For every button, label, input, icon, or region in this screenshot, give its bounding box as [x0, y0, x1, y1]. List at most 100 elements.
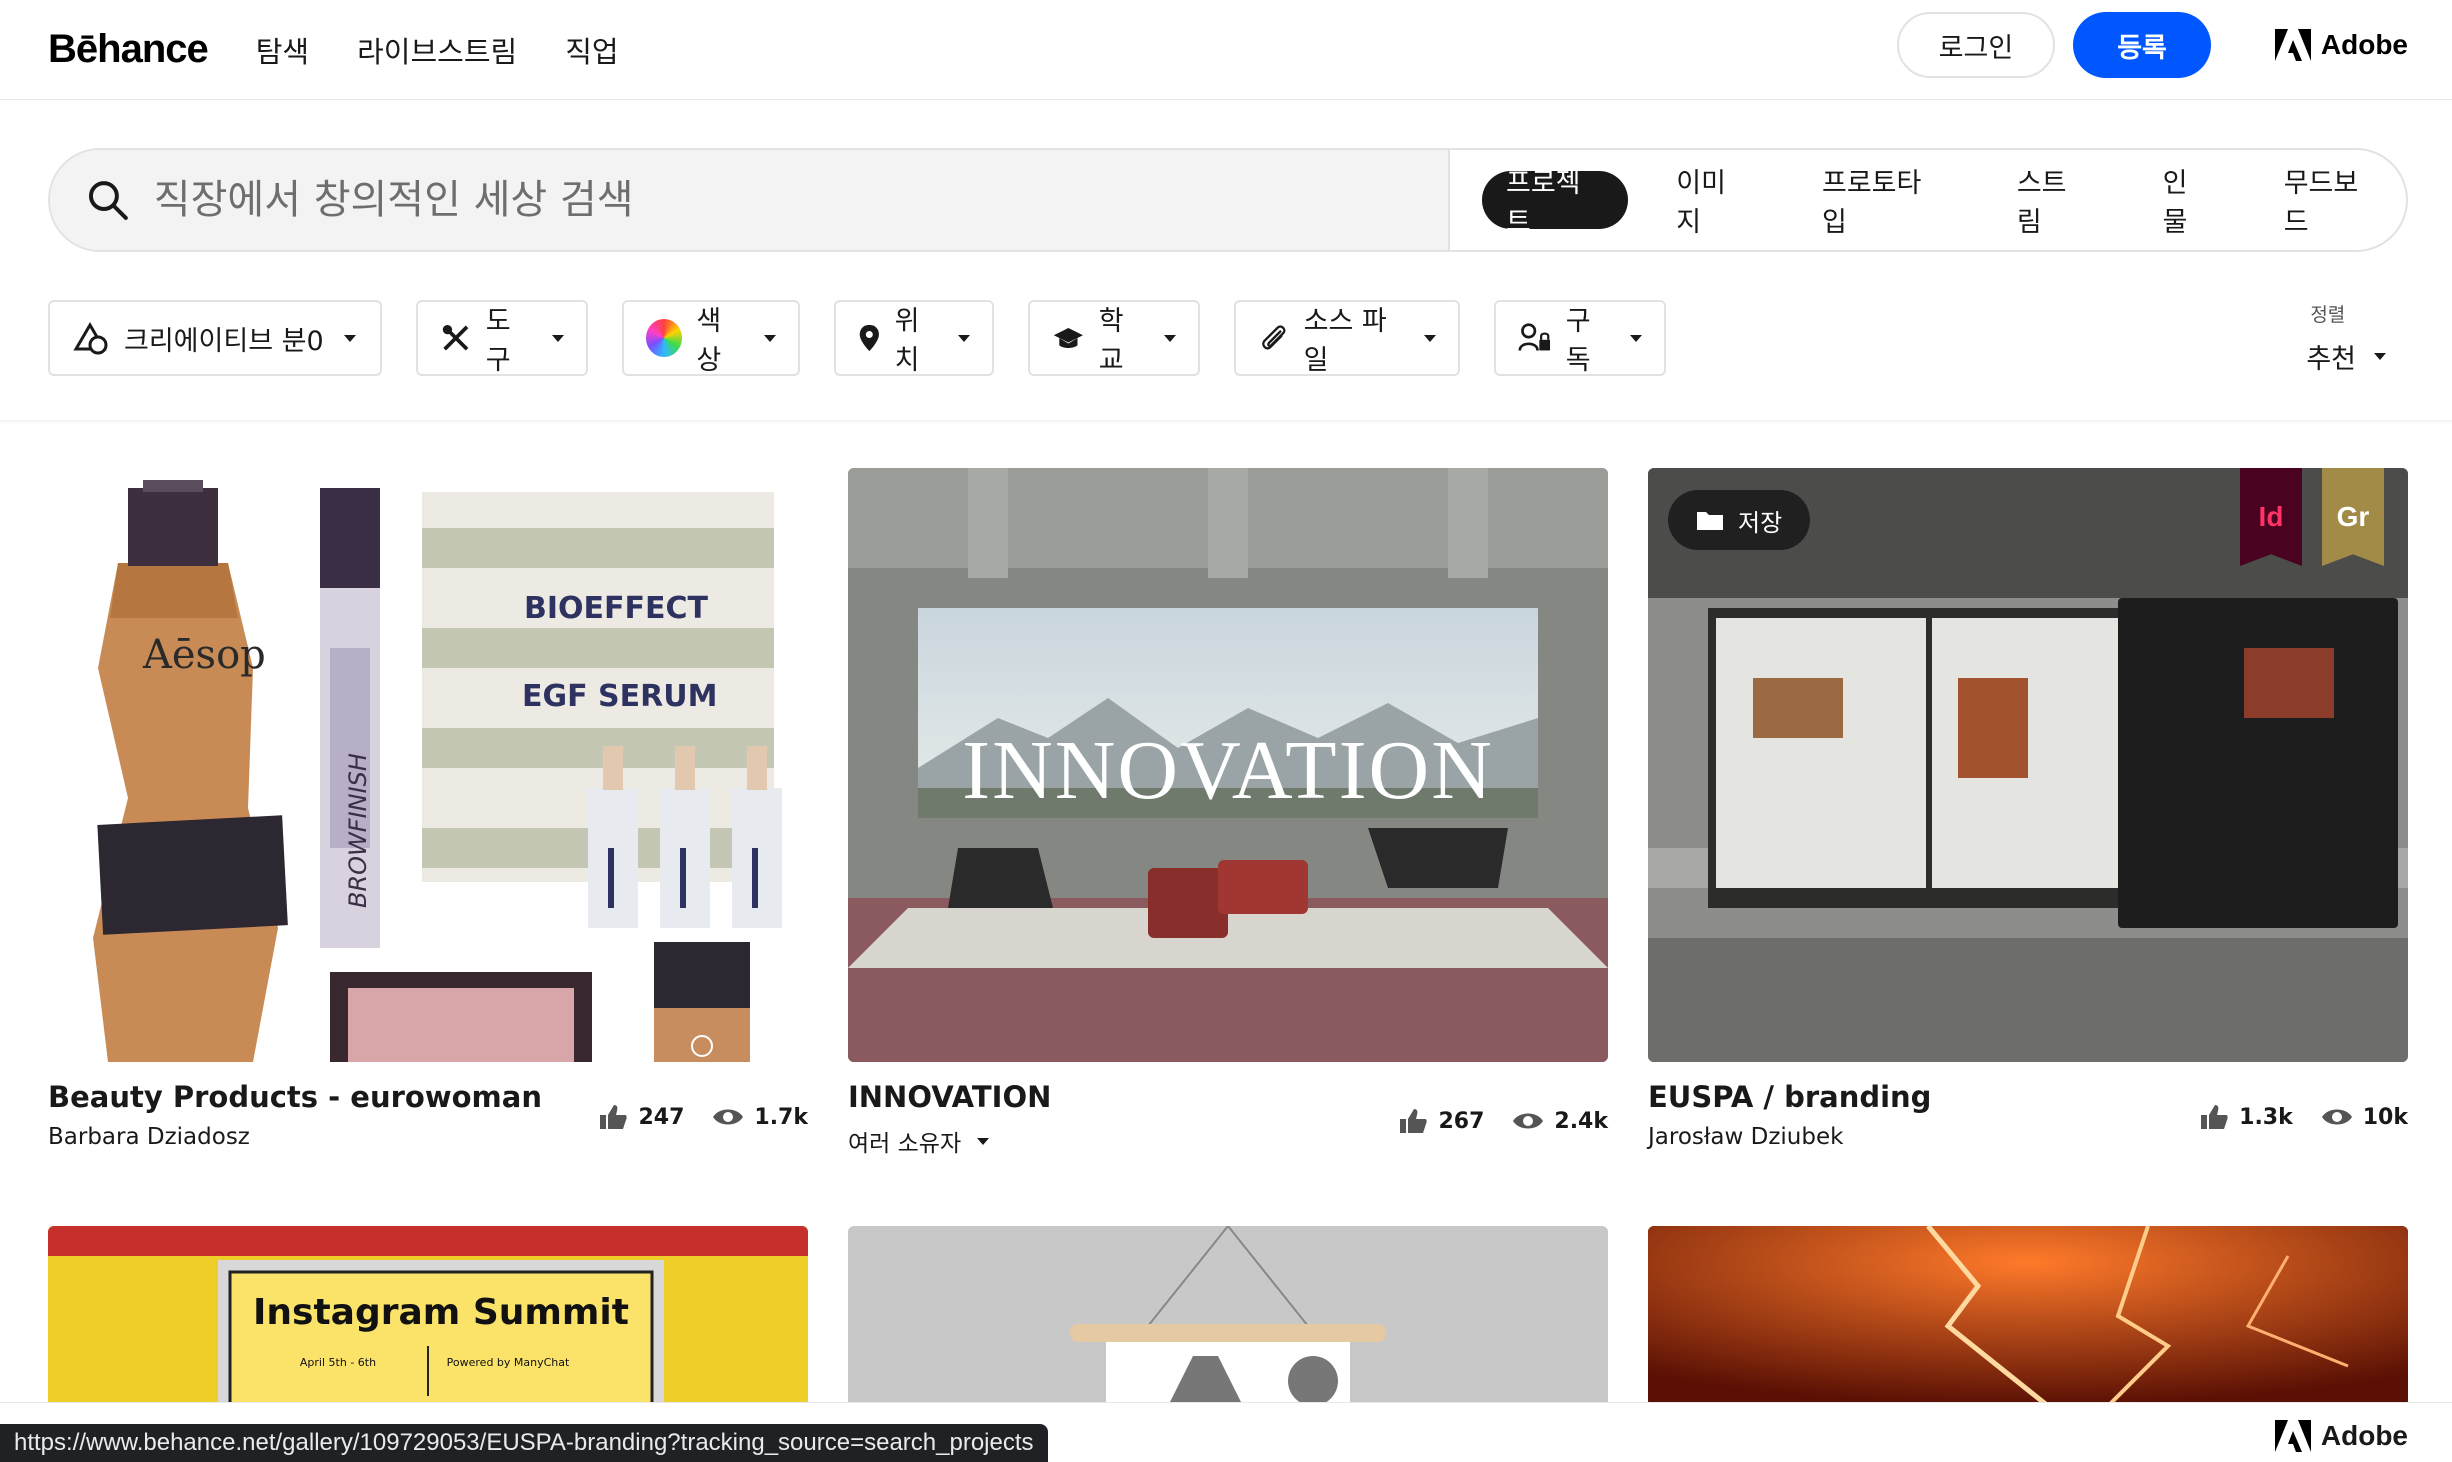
tab-people[interactable]: 인물	[2139, 168, 2236, 238]
owner-name: Barbara Dziadosz	[48, 1124, 250, 1150]
filter-tools[interactable]: 도구	[416, 300, 588, 376]
behance-logo[interactable]: Bēhance	[48, 27, 209, 72]
likes-stat: 1.3k	[2199, 1103, 2293, 1131]
bioeffect-text: BIOEFFECT	[524, 591, 709, 626]
sort-label: 정렬	[2310, 304, 2346, 326]
chevron-down-icon	[1424, 334, 1436, 342]
project-title[interactable]: EUSPA / branding	[1648, 1080, 1931, 1114]
likes-count: 267	[1438, 1108, 1485, 1134]
project-title[interactable]: INNOVATION	[848, 1080, 1051, 1114]
views-stat: 10k	[2321, 1105, 2408, 1130]
project-stats: 267 2.4k	[1398, 1084, 1608, 1158]
filter-subscription[interactable]: 구독	[1494, 300, 1666, 376]
light-streaks	[1648, 1226, 2408, 1406]
search-field	[50, 150, 1450, 250]
project-card[interactable]: INNOVATION INNOVATION 여러 소유자 267 2.4k	[848, 468, 1608, 1158]
project-thumbnail[interactable]: Instagram Summit April 5th - 6th Powered…	[48, 1226, 808, 1406]
project-card[interactable]	[1648, 1226, 2408, 1406]
filter-label: 학교	[1098, 306, 1124, 376]
chevron-down-icon	[552, 334, 564, 342]
multiple-owners-dropdown[interactable]: 여러 소유자	[848, 1124, 1051, 1158]
instagram-summit-text: Instagram Summit	[253, 1292, 629, 1333]
tab-streams[interactable]: 스트림	[1993, 168, 2115, 238]
project-card[interactable]	[848, 1226, 1608, 1406]
project-thumbnail[interactable]: INNOVATION	[848, 468, 1608, 1062]
project-card[interactable]: Aēsop BROWFINISH BIOEFFECT EGF SERUM Bea…	[48, 468, 808, 1150]
filter-color[interactable]: 색상	[622, 300, 800, 376]
owner-name: Jarosław Dziubek	[1648, 1124, 1844, 1150]
project-stats: 247 1.7k	[598, 1084, 808, 1150]
likes-count: 1.3k	[2239, 1104, 2293, 1130]
innovation-overlay-text: INNOVATION	[962, 724, 1494, 817]
project-meta: INNOVATION 여러 소유자 267 2.4k	[848, 1080, 1608, 1158]
tab-images[interactable]: 이미지	[1652, 168, 1774, 238]
indesign-badge[interactable]: Id	[2240, 468, 2302, 566]
aesop-text: Aēsop	[142, 632, 266, 678]
nav-jobs[interactable]: 직업	[565, 29, 618, 71]
filter-label: 색상	[696, 306, 722, 376]
thumbs-up-icon	[600, 1105, 628, 1129]
filter-label: 도구	[485, 306, 511, 376]
filter-school[interactable]: 학교	[1028, 300, 1200, 376]
project-stats: 1.3k 10k	[2199, 1084, 2408, 1150]
adobe-link[interactable]: Adobe	[2274, 29, 2408, 61]
save-label: 저장	[1738, 508, 1783, 537]
eye-icon	[2321, 1109, 2352, 1125]
filter-label: 구독	[1565, 306, 1591, 376]
project-card[interactable]: Instagram Summit April 5th - 6th Powered…	[48, 1226, 808, 1406]
project-owner[interactable]: Barbara Dziadosz	[48, 1124, 542, 1150]
chevron-down-icon	[764, 334, 776, 342]
tab-prototypes[interactable]: 프로토타입	[1798, 168, 1969, 238]
nav-livestream[interactable]: 라이브스트림	[357, 29, 517, 71]
eye-icon	[713, 1109, 744, 1125]
project-thumbnail[interactable]: 저장 Id Gr	[1648, 468, 2408, 1062]
login-button[interactable]: 로그인	[1896, 12, 2056, 78]
filter-source-files[interactable]: 소스 파일	[1234, 300, 1460, 376]
chevron-down-icon	[1630, 334, 1642, 342]
project-thumbnail[interactable]	[848, 1226, 1608, 1406]
project-card[interactable]: 저장 Id Gr EUSPA / branding Jarosław Dziub…	[1648, 468, 2408, 1150]
sort-dropdown[interactable]: 정렬 추천	[2306, 300, 2386, 376]
search-icon	[88, 181, 128, 220]
adobe-label: Adobe	[2320, 1420, 2408, 1451]
project-meta: EUSPA / branding Jarosław Dziubek 1.3k 1…	[1648, 1080, 2408, 1150]
project-thumbnail[interactable]: Aēsop BROWFINISH BIOEFFECT EGF SERUM	[48, 468, 808, 1062]
views-count: 2.4k	[1554, 1108, 1608, 1134]
views-stat: 2.4k	[1512, 1109, 1608, 1134]
likes-stat: 267	[1398, 1107, 1484, 1135]
signup-button[interactable]: 등록	[2073, 12, 2211, 78]
search-input[interactable]	[153, 177, 1448, 223]
filter-location[interactable]: 위치	[834, 300, 994, 376]
thumbs-up-icon	[2201, 1105, 2228, 1129]
project-thumbnail[interactable]	[1648, 1226, 2408, 1406]
chevron-down-icon	[977, 1137, 990, 1145]
color-wheel-icon	[646, 319, 683, 357]
project-title[interactable]: Beauty Products - eurowoman	[48, 1080, 542, 1114]
project-owner[interactable]: Jarosław Dziubek	[1648, 1124, 1931, 1150]
chevron-down-icon	[343, 334, 356, 342]
innovation-room: INNOVATION	[848, 468, 1608, 1062]
thumbs-up-icon	[1400, 1109, 1428, 1133]
section-divider	[0, 420, 2452, 424]
hanging-poster	[1070, 1226, 1386, 1406]
views-count: 10k	[2362, 1104, 2408, 1130]
adobe-icon	[2274, 29, 2311, 61]
owner-name: 여러 소유자	[848, 1131, 962, 1157]
filter-label: 위치	[894, 306, 920, 376]
beauty-illustration: Aēsop BROWFINISH BIOEFFECT EGF SERUM	[93, 480, 782, 1062]
nav-explore[interactable]: 탐색	[256, 29, 309, 71]
link-url-tooltip: https://www.behance.net/gallery/10972905…	[0, 1424, 1048, 1462]
likes-count: 247	[638, 1104, 685, 1130]
location-pin-icon	[859, 324, 879, 352]
chevron-down-icon	[2374, 353, 2386, 360]
adobe-footer-link[interactable]: Adobe	[2274, 1420, 2408, 1452]
tools-icon	[442, 324, 469, 351]
filter-label: 소스 파일	[1303, 306, 1387, 376]
tab-moodboards[interactable]: 무드보드	[2260, 168, 2406, 238]
search-type-tabs: 프로젝트 이미지 프로토타입 스트림 인물 무드보드	[1482, 168, 2406, 238]
graduation-cap-icon	[1053, 327, 1083, 349]
tab-projects[interactable]: 프로젝트	[1482, 168, 1629, 238]
filter-creative-field[interactable]: 크리에이티브 분0	[48, 300, 382, 376]
adobe-fonts-badge[interactable]: Gr	[2322, 468, 2384, 566]
save-button[interactable]: 저장	[1668, 490, 1811, 550]
